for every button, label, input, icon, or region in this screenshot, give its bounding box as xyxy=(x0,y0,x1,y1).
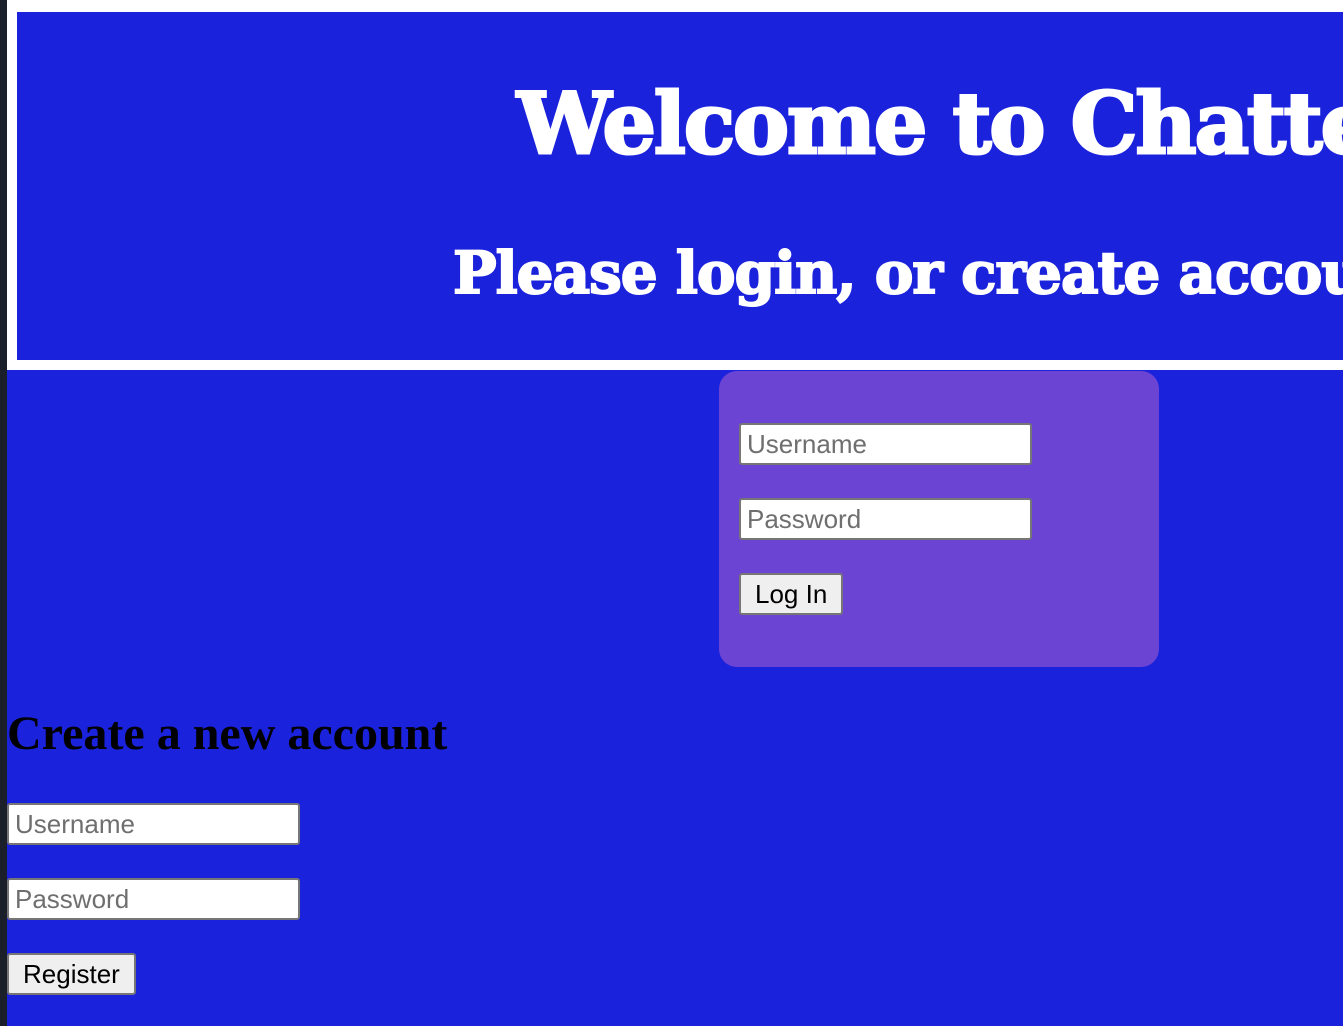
page-subtitle: Please login, or create account xyxy=(452,239,1343,307)
register-heading: Create a new account xyxy=(7,707,448,760)
welcome-banner: Welcome to Chatter Please login, or crea… xyxy=(17,12,1343,360)
register-button[interactable]: Register xyxy=(7,953,136,995)
login-password-input[interactable] xyxy=(739,498,1032,540)
login-form: Log In xyxy=(719,371,1159,667)
window-edge xyxy=(0,0,7,1026)
register-password-input[interactable] xyxy=(7,878,300,920)
login-username-input[interactable] xyxy=(739,423,1032,465)
welcome-header: Welcome to Chatter Please login, or crea… xyxy=(7,0,1343,370)
login-button[interactable]: Log In xyxy=(739,573,844,615)
register-username-input[interactable] xyxy=(7,803,300,845)
page-title: Welcome to Chatter xyxy=(515,74,1343,173)
